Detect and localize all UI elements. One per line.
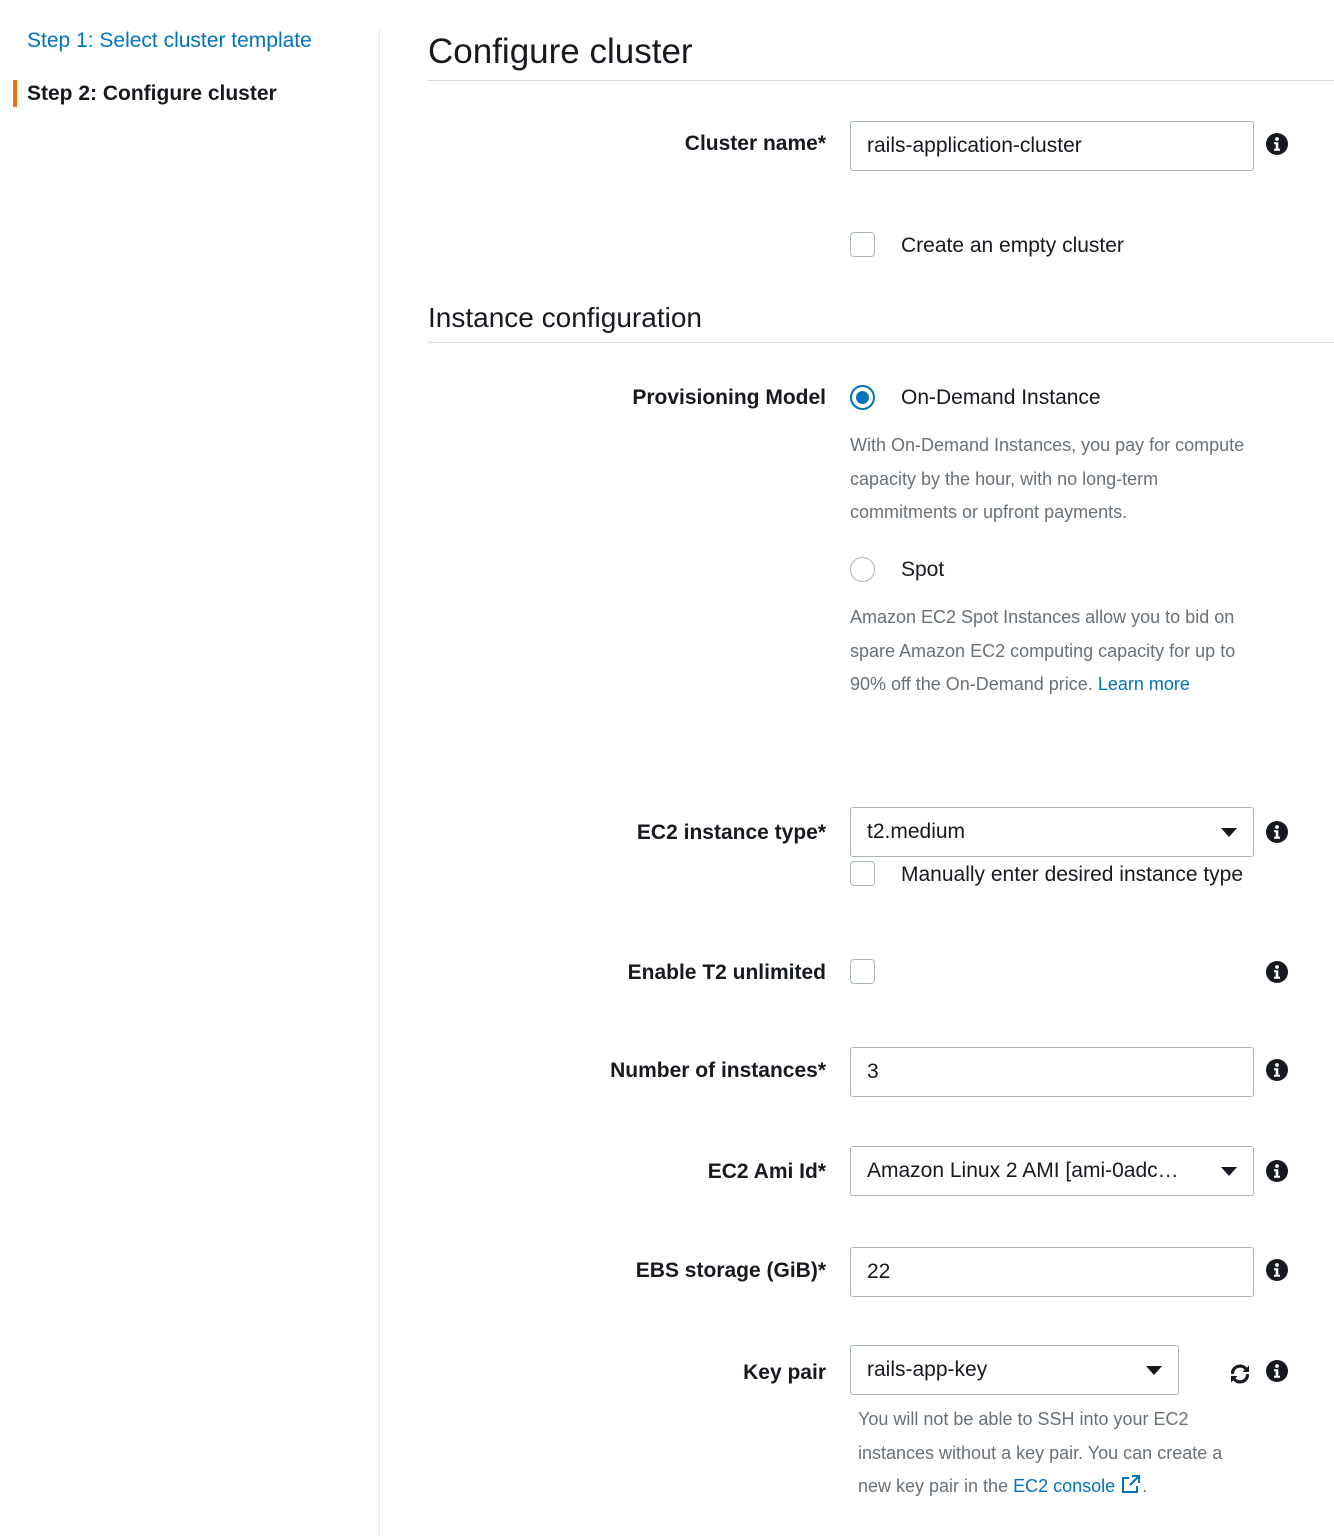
provisioning-model-label: Provisioning Model: [632, 386, 826, 409]
spot-radio[interactable]: [850, 557, 875, 582]
ami-select[interactable]: Amazon Linux 2 AMI [ami-0adc…: [850, 1146, 1254, 1196]
ami-label: EC2 Ami Id*: [707, 1160, 826, 1183]
ami-value: Amazon Linux 2 AMI [ami-0adc…: [867, 1159, 1179, 1182]
instance-type-select[interactable]: t2.medium: [850, 807, 1254, 857]
ebs-input[interactable]: [850, 1247, 1254, 1297]
caret-down-icon: [1221, 1167, 1237, 1176]
caret-down-icon: [1146, 1366, 1162, 1375]
info-icon[interactable]: [1266, 1160, 1288, 1182]
cluster-name-label: Cluster name*: [684, 132, 826, 155]
nav-divider: [379, 28, 380, 1536]
page-title: Configure cluster: [428, 32, 693, 71]
t2-unlimited-checkbox[interactable]: [850, 959, 875, 984]
spot-description: Amazon EC2 Spot Instances allow you to b…: [850, 601, 1260, 702]
info-icon[interactable]: [1266, 1360, 1288, 1382]
key-pair-select[interactable]: rails-app-key: [850, 1345, 1179, 1395]
section-title: Instance configuration: [428, 302, 702, 333]
on-demand-description: With On-Demand Instances, you pay for co…: [850, 435, 1245, 522]
info-icon[interactable]: [1266, 133, 1288, 155]
learn-more-link[interactable]: Learn more: [1098, 674, 1190, 694]
key-pair-value: rails-app-key: [867, 1358, 988, 1381]
info-icon[interactable]: [1266, 1259, 1288, 1281]
key-pair-label: Key pair: [743, 1361, 826, 1384]
on-demand-radio[interactable]: [850, 385, 875, 410]
info-icon[interactable]: [1266, 821, 1288, 843]
info-icon[interactable]: [1266, 1059, 1288, 1081]
nav-step-2: Step 2: Configure cluster: [27, 82, 277, 105]
num-instances-input[interactable]: [850, 1047, 1254, 1097]
key-pair-help: You will not be able to SSH into your EC…: [858, 1403, 1258, 1504]
info-icon[interactable]: [1266, 961, 1288, 983]
instance-type-label: EC2 instance type*: [636, 821, 826, 844]
refresh-icon[interactable]: [1228, 1362, 1252, 1386]
key-pair-help-suffix: .: [1142, 1476, 1148, 1496]
external-link-icon: [1122, 1475, 1141, 1493]
instance-type-value: t2.medium: [867, 820, 966, 843]
nav-current-indicator: [13, 80, 17, 107]
caret-down-icon: [1221, 828, 1237, 837]
nav-step-1[interactable]: Step 1: Select cluster template: [27, 28, 312, 54]
ec2-console-link-label: EC2 console: [1013, 1476, 1116, 1496]
num-instances-label: Number of instances*: [610, 1059, 826, 1082]
on-demand-label[interactable]: On-Demand Instance: [901, 385, 1101, 411]
spot-label[interactable]: Spot: [901, 557, 944, 583]
empty-cluster-label[interactable]: Create an empty cluster: [901, 233, 1124, 259]
cluster-name-input[interactable]: [850, 121, 1254, 171]
title-divider: [428, 80, 1334, 81]
empty-cluster-checkbox[interactable]: [850, 232, 875, 257]
ebs-label: EBS storage (GiB)*: [635, 1259, 826, 1282]
section-divider: [428, 342, 1334, 343]
manual-instance-type-label[interactable]: Manually enter desired instance type: [901, 862, 1243, 888]
manual-instance-type-checkbox[interactable]: [850, 861, 875, 886]
t2-unlimited-label: Enable T2 unlimited: [627, 961, 826, 984]
ec2-console-link[interactable]: EC2 console: [1013, 1475, 1142, 1496]
